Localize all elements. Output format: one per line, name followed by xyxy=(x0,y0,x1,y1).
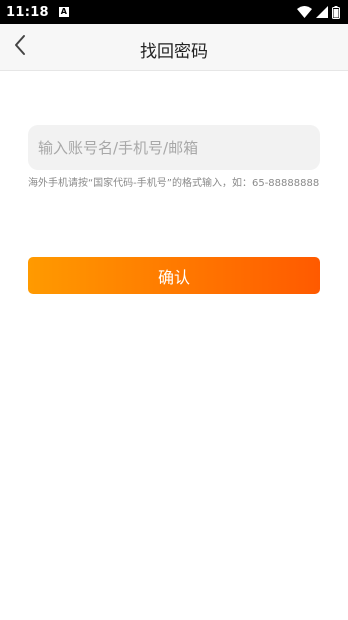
status-right xyxy=(297,5,340,19)
notification-icon: A xyxy=(58,7,69,17)
status-left: 11:18 A xyxy=(6,5,69,20)
status-bar: 11:18 A xyxy=(0,0,348,24)
overseas-phone-hint: 海外手机请按“国家代码-手机号”的格式输入，如：65-88888888 xyxy=(28,178,320,189)
wifi-icon xyxy=(297,6,312,18)
title-bar: 找回密码 xyxy=(0,24,348,71)
battery-icon xyxy=(332,5,340,19)
account-input[interactable] xyxy=(28,125,320,170)
page-title: 找回密码 xyxy=(140,42,208,62)
status-time: 11:18 xyxy=(6,4,49,20)
signal-icon xyxy=(316,6,328,18)
confirm-button[interactable]: 确认 xyxy=(28,257,320,294)
